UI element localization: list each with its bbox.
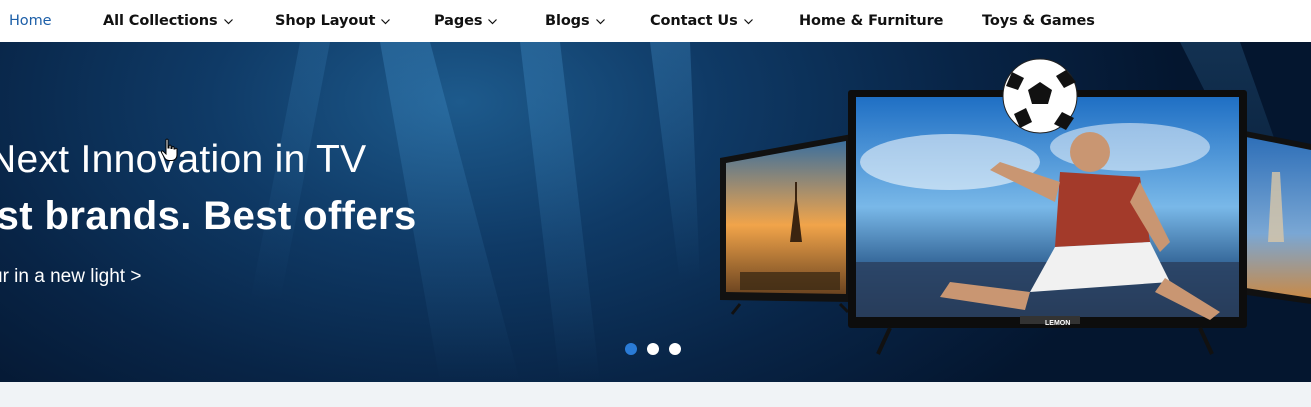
nav-item-label: Contact Us — [650, 13, 738, 29]
nav-item-label: Pages — [434, 13, 483, 29]
nav-item-label: Shop Layout — [275, 13, 376, 29]
nav-item-home-furniture[interactable]: Home & Furniture — [799, 0, 943, 42]
nav-item-shop-layout[interactable]: Shop Layout — [275, 0, 391, 42]
page-content-area — [0, 382, 1311, 407]
slider-dot-3[interactable] — [669, 343, 681, 355]
nav-item-all-collections[interactable]: All Collections — [103, 0, 234, 42]
chevron-down-icon — [380, 16, 391, 27]
nav-item-label: Home & Furniture — [799, 13, 944, 29]
nav-item-label: Home — [9, 13, 52, 29]
nav-item-label: All Collections — [103, 13, 218, 29]
hero-cta-link[interactable]: ur in a new light > — [0, 266, 141, 288]
nav-item-home[interactable]: Home — [9, 0, 52, 42]
hero-subheading: est brands. Best offers — [0, 194, 417, 238]
left-tv — [720, 134, 852, 315]
nav-item-pages[interactable]: Pages — [434, 0, 498, 42]
hero-heading: Next Innovation in TV — [0, 138, 367, 181]
nav-item-contact-us[interactable]: Contact Us — [650, 0, 754, 42]
slider-dot-2[interactable] — [647, 343, 659, 355]
chevron-down-icon — [487, 16, 498, 27]
tv-product-image: LEMON — [720, 58, 1311, 355]
chevron-down-icon — [743, 16, 754, 27]
slider-dot-1[interactable] — [625, 343, 637, 355]
tv-brand-label: LEMON — [1045, 320, 1070, 327]
nav-item-label: Blogs — [545, 13, 590, 29]
nav-item-blogs[interactable]: Blogs — [545, 0, 606, 42]
nav-item-toys-games[interactable]: Toys & Games — [982, 0, 1095, 42]
chevron-down-icon — [223, 16, 234, 27]
slider-pagination — [625, 343, 681, 355]
hand-pointer-icon — [160, 138, 178, 161]
nav-item-label: Toys & Games — [982, 13, 1095, 29]
main-navigation: Home All Collections Shop Layout Pages B… — [0, 0, 1311, 42]
right-tv — [1240, 130, 1311, 304]
hero-slider[interactable]: Next Innovation in TV est brands. Best o… — [0, 42, 1311, 382]
chevron-down-icon — [595, 16, 606, 27]
soccer-ball — [1002, 58, 1078, 134]
